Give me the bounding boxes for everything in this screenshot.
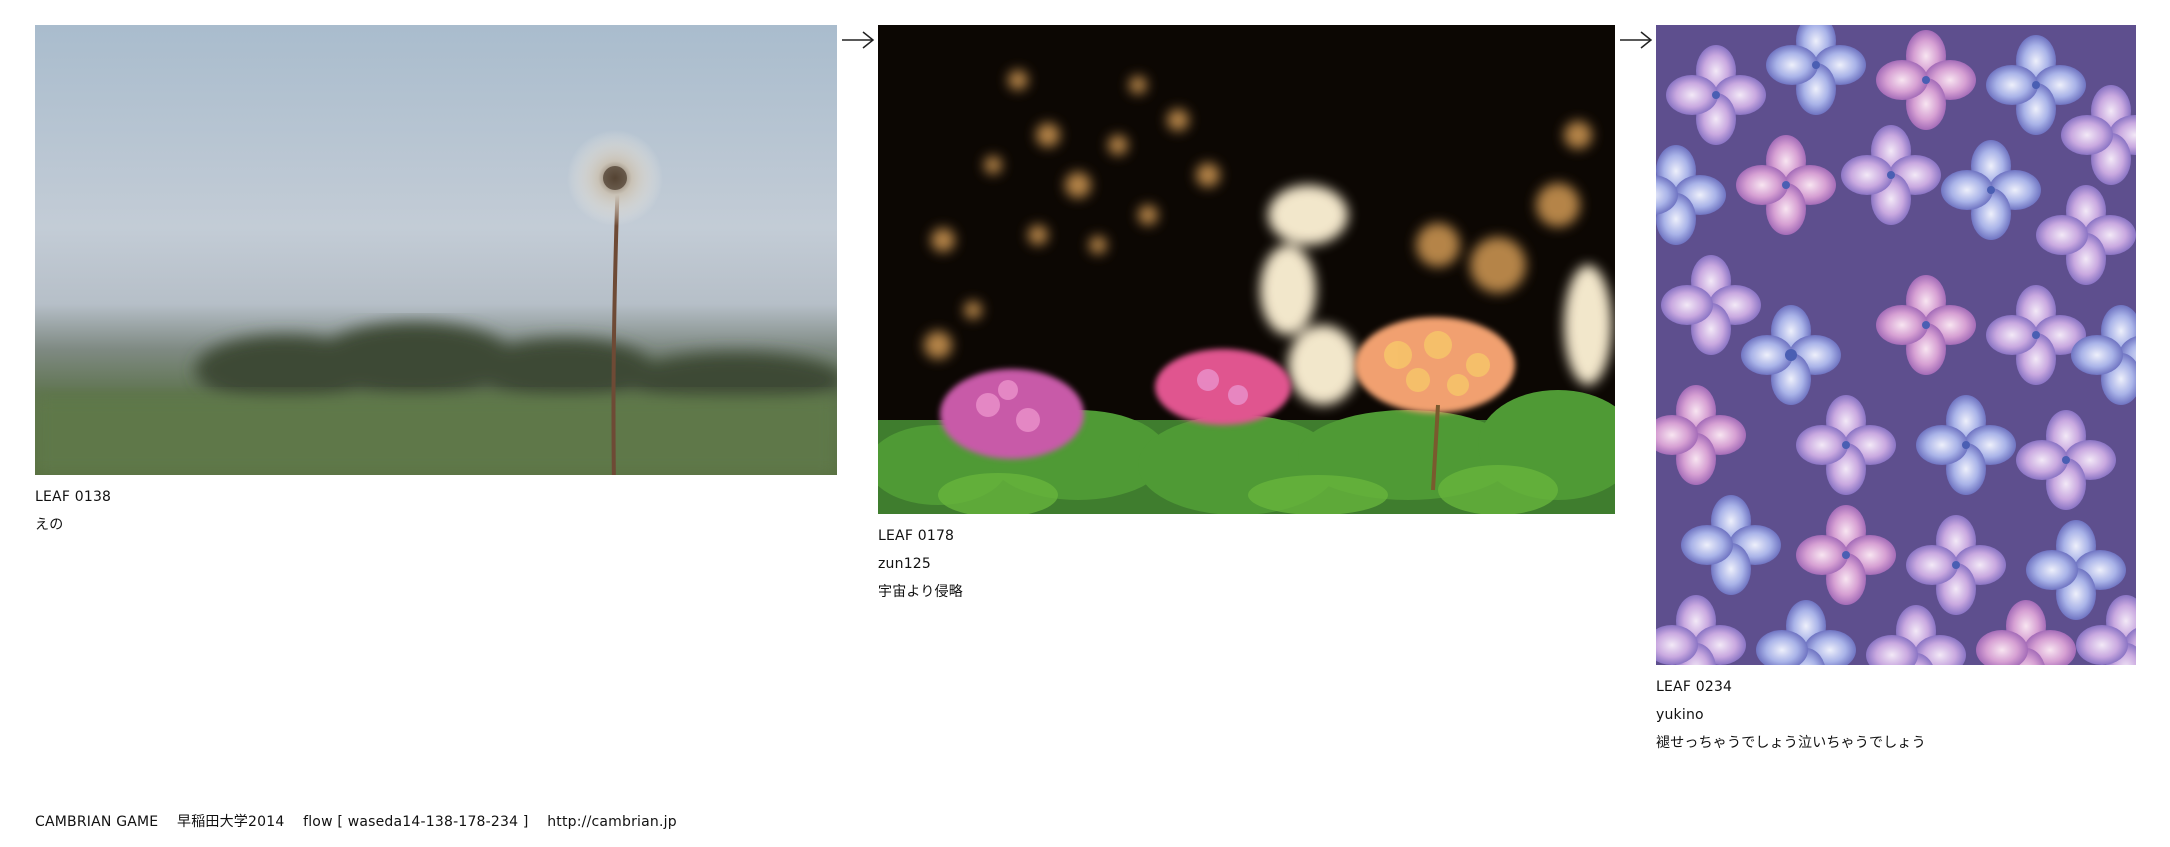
leaf-author[interactable]: えの bbox=[35, 511, 837, 539]
leaf-photo-hydrangea-closeup[interactable] bbox=[1656, 25, 2136, 665]
right-arrow-icon bbox=[1620, 31, 1653, 49]
hydrangea-image bbox=[878, 25, 1615, 514]
leaf-photo-dandelion[interactable] bbox=[35, 25, 837, 475]
leaf-comment: 褪せっちゃうでしょう泣いちゃうでしょう bbox=[1656, 735, 1926, 751]
leaf-card-0234: LEAF 0234 yukino 褪せっちゃうでしょう泣いちゃうでしょう bbox=[1656, 25, 2136, 757]
leaf-id[interactable]: LEAF 0138 bbox=[35, 483, 837, 511]
leaf-card-0138: LEAF 0138 えの bbox=[35, 25, 837, 539]
hydrangea-closeup-image bbox=[1656, 25, 2136, 665]
leaf-author[interactable]: zun125 bbox=[878, 550, 1615, 578]
leaf-id[interactable]: LEAF 0178 bbox=[878, 522, 1615, 550]
dandelion-image bbox=[35, 25, 837, 475]
right-arrow-icon bbox=[842, 31, 875, 49]
leaf-comment: 宇宙より侵略 bbox=[878, 584, 963, 600]
leaf-photo-hydrangea[interactable] bbox=[878, 25, 1615, 514]
leaf-card-0178: LEAF 0178 zun125 宇宙より侵略 bbox=[878, 25, 1615, 606]
leaf-author[interactable]: yukino bbox=[1656, 701, 2136, 729]
footer: CAMBRIAN GAME 早稲田大学2014 flow [ waseda14-… bbox=[35, 811, 677, 831]
footer-game-title: CAMBRIAN GAME bbox=[35, 814, 159, 830]
footer-url-link[interactable]: http://cambrian.jp bbox=[547, 814, 677, 830]
footer-event: 早稲田大学2014 bbox=[177, 814, 285, 830]
footer-flow: flow [ waseda14-138-178-234 ] bbox=[303, 814, 529, 830]
leaf-id[interactable]: LEAF 0234 bbox=[1656, 673, 2136, 701]
